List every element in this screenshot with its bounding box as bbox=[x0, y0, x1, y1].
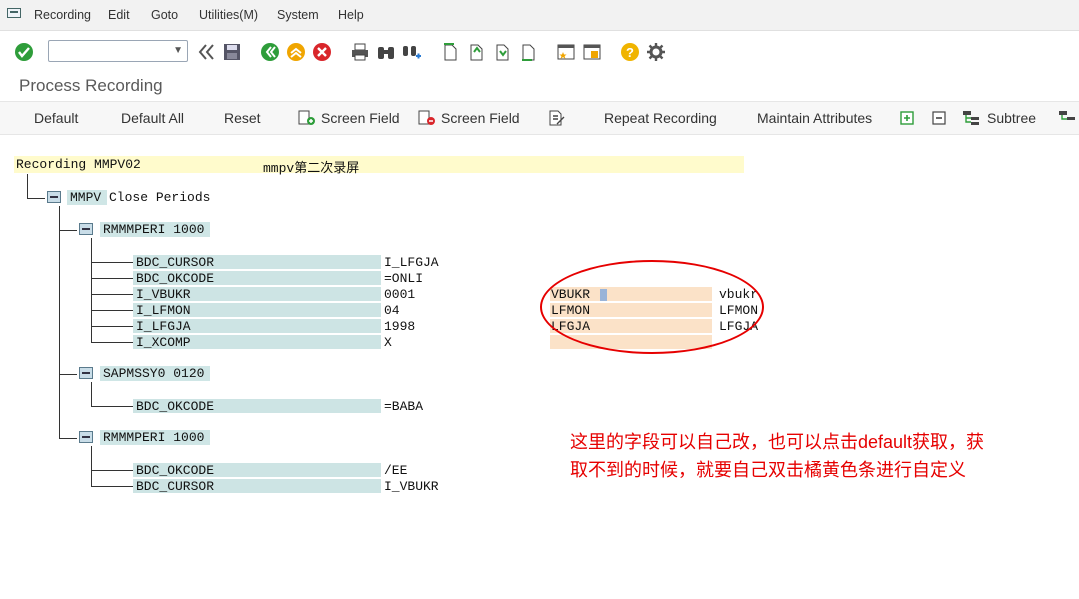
field-name: BDC_OKCODE bbox=[136, 463, 215, 478]
screen-node-icon[interactable] bbox=[79, 223, 93, 235]
subtree-expand-icon bbox=[1059, 111, 1075, 120]
add-field-icon bbox=[298, 110, 315, 125]
cancel-icon[interactable] bbox=[311, 41, 333, 63]
field-value[interactable]: X bbox=[384, 335, 392, 350]
field-name: BDC_CURSOR bbox=[136, 479, 215, 494]
next-page-icon[interactable] bbox=[491, 41, 513, 63]
screen-node-label[interactable]: SAPMSSY0 0120 bbox=[103, 366, 204, 381]
remove-screen-field-button[interactable]: Screen Field bbox=[418, 110, 520, 126]
subtree-expand-button[interactable] bbox=[1058, 110, 1079, 126]
remove-screen-field-label: Screen Field bbox=[441, 110, 520, 126]
menu-goto[interactable]: Goto bbox=[151, 8, 178, 22]
field-value[interactable]: 1998 bbox=[384, 319, 415, 334]
add-screen-field-label: Screen Field bbox=[321, 110, 400, 126]
field-value[interactable]: =BABA bbox=[384, 399, 423, 414]
maintain-attributes-button[interactable]: Maintain Attributes bbox=[757, 110, 872, 126]
find-next-icon[interactable] bbox=[401, 41, 423, 63]
subtree-label: Subtree bbox=[987, 110, 1037, 126]
menu-edit[interactable]: Edit bbox=[108, 8, 130, 22]
screen-node-icon[interactable] bbox=[79, 367, 93, 379]
save-icon[interactable] bbox=[221, 41, 243, 63]
recording-name: Recording MMPV02 bbox=[16, 157, 141, 172]
chevron-down-icon[interactable]: ▼ bbox=[173, 45, 183, 56]
enter-icon[interactable] bbox=[13, 41, 35, 63]
field-value[interactable]: I_LFGJA bbox=[384, 255, 439, 270]
field-value[interactable]: 04 bbox=[384, 303, 400, 318]
back-double-chevron-icon[interactable] bbox=[195, 41, 217, 63]
annotation-line-2: 取不到的时候，就要自己双击橘黄色条进行自定义 bbox=[570, 460, 966, 480]
find-icon[interactable] bbox=[375, 41, 397, 63]
menu-bar: Recording Edit Goto Utilities(M) System … bbox=[0, 0, 1079, 31]
field-name: I_LFMON bbox=[136, 303, 191, 318]
field-name: I_VBUKR bbox=[136, 287, 191, 302]
first-page-icon[interactable] bbox=[439, 41, 461, 63]
highlight-ellipse bbox=[540, 260, 764, 354]
edit-document-icon bbox=[549, 110, 565, 126]
collapse-node-button[interactable] bbox=[930, 110, 953, 126]
expand-icon bbox=[900, 111, 914, 125]
command-field[interactable]: ▼ bbox=[48, 40, 188, 62]
exit-icon[interactable] bbox=[285, 41, 307, 63]
application-toolbar: Default Default All Reset Screen Field S… bbox=[0, 101, 1079, 135]
reset-button[interactable]: Reset bbox=[224, 110, 261, 126]
annotation-line-1: 这里的字段可以自己改，也可以点击default获取，获 bbox=[570, 432, 985, 452]
screen-node-label[interactable]: RMMMPERI 1000 bbox=[103, 222, 204, 237]
create-session-icon[interactable] bbox=[555, 41, 577, 63]
last-page-icon[interactable] bbox=[517, 41, 539, 63]
screen-node-label[interactable]: RMMMPERI 1000 bbox=[103, 430, 204, 445]
field-name: I_XCOMP bbox=[136, 335, 191, 350]
default-button[interactable]: Default bbox=[34, 110, 78, 126]
settings-gear-icon[interactable] bbox=[645, 41, 667, 63]
generate-shortcut-icon[interactable] bbox=[581, 41, 603, 63]
help-icon[interactable]: ? bbox=[619, 41, 641, 63]
subtree-button[interactable]: Subtree bbox=[962, 110, 1036, 126]
collapse-icon bbox=[932, 111, 946, 125]
menu-recording[interactable]: Recording bbox=[34, 8, 91, 22]
repeat-recording-button[interactable]: Repeat Recording bbox=[604, 110, 717, 126]
menu-utilities[interactable]: Utilities(M) bbox=[199, 8, 258, 22]
transaction-node[interactable]: MMPV Close Periods bbox=[70, 190, 210, 205]
field-value[interactable]: /EE bbox=[384, 463, 407, 478]
screen-node-icon[interactable] bbox=[79, 431, 93, 443]
field-name: BDC_OKCODE bbox=[136, 399, 215, 414]
field-value[interactable]: I_VBUKR bbox=[384, 479, 439, 494]
field-name: BDC_CURSOR bbox=[136, 255, 215, 270]
add-screen-field-button[interactable]: Screen Field bbox=[298, 110, 400, 126]
menu-help[interactable]: Help bbox=[338, 8, 364, 22]
sap-menu-icon[interactable] bbox=[7, 8, 21, 20]
page-title: Process Recording bbox=[19, 76, 163, 95]
field-value[interactable]: 0001 bbox=[384, 287, 415, 302]
field-name: BDC_OKCODE bbox=[136, 271, 215, 286]
default-all-button[interactable]: Default All bbox=[121, 110, 184, 126]
print-icon[interactable] bbox=[349, 41, 371, 63]
previous-page-icon[interactable] bbox=[465, 41, 487, 63]
field-value[interactable]: =ONLI bbox=[384, 271, 423, 286]
subtree-icon bbox=[963, 111, 979, 125]
back-icon[interactable] bbox=[259, 41, 281, 63]
folder-node-icon[interactable] bbox=[47, 191, 61, 203]
expand-node-button[interactable] bbox=[898, 110, 921, 126]
recording-description: mmpv第二次录屏 bbox=[263, 161, 360, 176]
edit-document-button[interactable] bbox=[548, 110, 571, 126]
menu-system[interactable]: System bbox=[277, 8, 319, 22]
remove-field-icon bbox=[418, 110, 435, 125]
field-name: I_LFGJA bbox=[136, 319, 191, 334]
svg-text:?: ? bbox=[626, 45, 634, 60]
